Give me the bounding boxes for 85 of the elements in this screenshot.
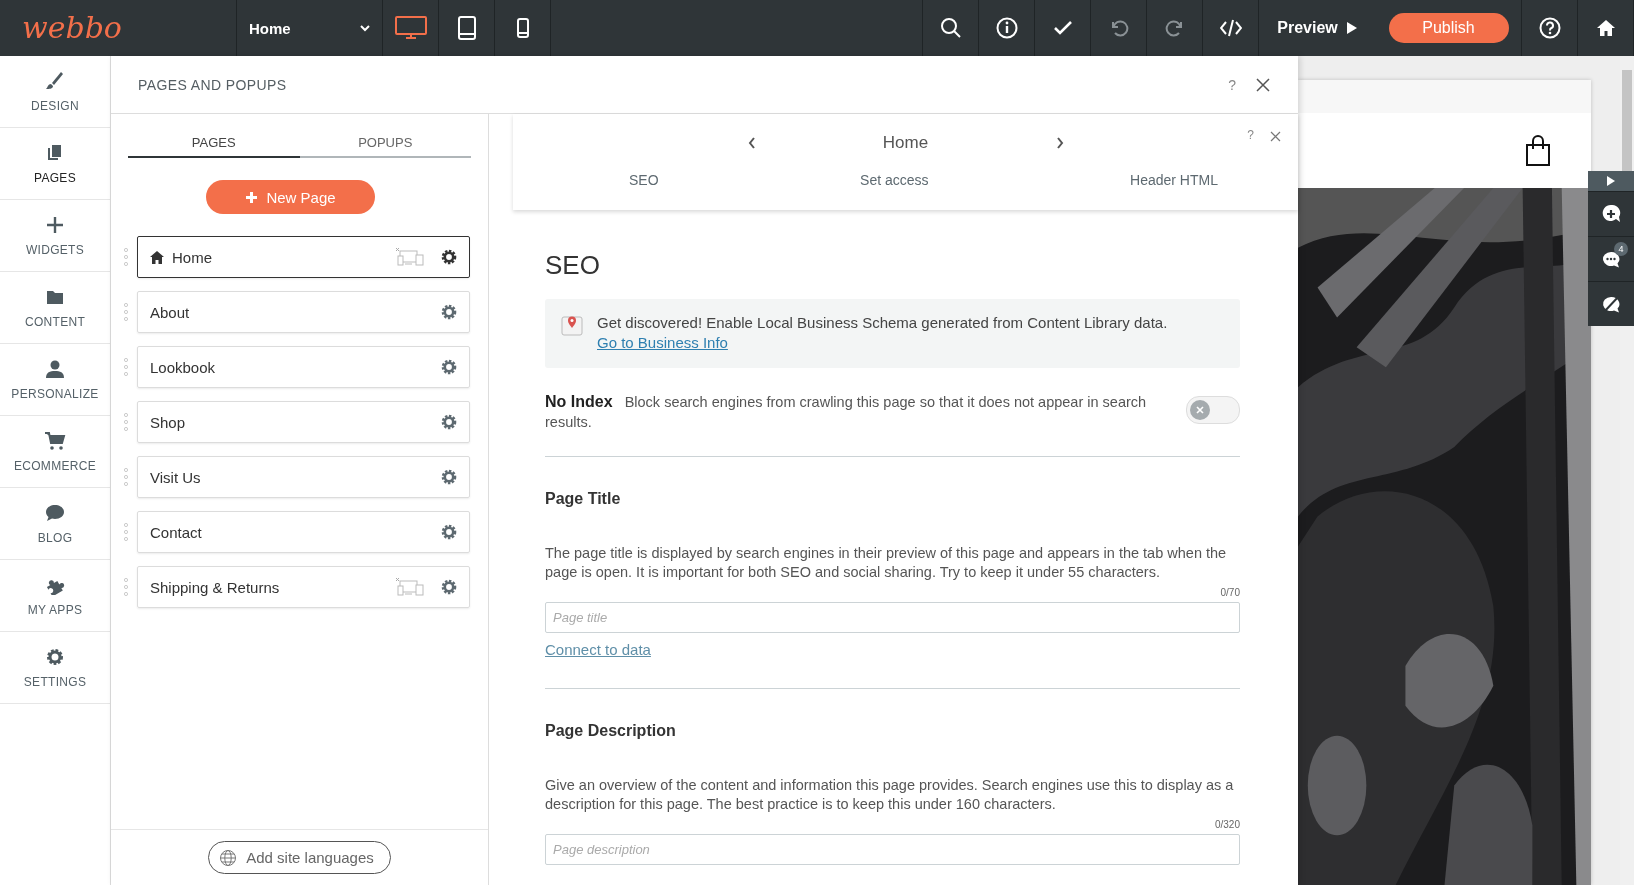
search-icon	[939, 17, 962, 39]
desktop-icon	[394, 16, 427, 40]
character-counter: 0/70	[1219, 587, 1240, 598]
page-name: Shop	[150, 413, 187, 431]
settings-icon[interactable]	[441, 249, 457, 265]
blog-icon	[44, 502, 66, 523]
panel-tab[interactable]: POPUPS	[299, 128, 471, 158]
panel-tab[interactable]: PAGES	[128, 128, 300, 158]
field-title: Page Description	[545, 722, 677, 740]
next-icon[interactable]	[1055, 137, 1064, 149]
comment-count-badge: 4	[1614, 242, 1628, 256]
drag-handle-icon[interactable]	[123, 522, 129, 542]
preview-button[interactable]: Preview	[1259, 0, 1376, 56]
ecommerce-icon	[44, 430, 66, 451]
connect-data-link[interactable]: Connect to data	[545, 641, 651, 658]
tablet-icon	[457, 16, 476, 40]
page-item[interactable]: Contact	[137, 511, 470, 553]
page-item[interactable]: Visit Us	[137, 456, 470, 498]
section-heading: SEO	[545, 250, 601, 281]
info-icon	[995, 17, 1018, 39]
hidden-comment-icon	[1601, 294, 1621, 314]
field-description: Give an overview of the content and information this page provides. Search engines use this to display as a description for this page. The best practice is to keep this under 160 characters.	[545, 776, 1235, 814]
settings-icon[interactable]	[441, 414, 457, 430]
settings-tab[interactable]: SEO	[629, 172, 659, 188]
business-info-link[interactable]: Go to Business Info	[597, 334, 728, 351]
play-icon	[1606, 175, 1616, 187]
settings-tab[interactable]: Header HTML	[1130, 172, 1218, 188]
plus-icon	[245, 190, 259, 204]
drag-handle-icon[interactable]	[123, 302, 129, 322]
page-name: Lookbook	[150, 358, 217, 376]
settings-icon	[44, 646, 66, 667]
field-description: The page title is displayed by search engines in their preview of this page and appears in the tab when the page is open. It is important for both SEO and social sharing. Try to keep it under 55 characters.	[545, 544, 1228, 582]
shopping-bag-icon[interactable]	[1525, 134, 1551, 167]
home-icon	[1595, 19, 1616, 37]
no-index-toggle[interactable]	[1186, 396, 1240, 424]
settings-icon[interactable]	[441, 304, 457, 320]
x-icon	[1196, 406, 1204, 414]
settings-icon[interactable]	[441, 524, 457, 540]
widgets-icon	[44, 214, 66, 235]
help-link[interactable]: ?	[1228, 76, 1236, 93]
help-icon	[1538, 17, 1561, 39]
notice-text: Get discovered! Enable Local Business Schema generated from Content Library data.	[597, 314, 1168, 331]
play-button[interactable]	[1588, 171, 1634, 191]
help-link[interactable]: ?	[1247, 128, 1254, 142]
character-counter: 0/320	[1213, 819, 1240, 830]
page-name: Home	[172, 248, 213, 266]
add-comment-icon	[1601, 204, 1621, 224]
no-index-description: No Index Block search engines from crawling this page so that it does not appear in search results.	[545, 392, 1148, 432]
page-item[interactable]: Lookbook	[137, 346, 470, 388]
page-item[interactable]: Shipping & Returns	[137, 566, 470, 608]
globe-icon	[219, 848, 238, 867]
comments-button[interactable]: 4	[1588, 236, 1634, 281]
design-icon	[44, 70, 66, 91]
text-field[interactable]: Page description	[545, 834, 1240, 865]
page-name: Shipping & Returns	[150, 578, 281, 596]
text-field[interactable]: Page title	[545, 602, 1240, 633]
play-icon	[1345, 21, 1358, 35]
redo-icon	[1164, 19, 1185, 37]
personalize-icon	[44, 358, 66, 379]
close-icon[interactable]	[1270, 131, 1281, 142]
phone-icon	[516, 18, 529, 38]
drag-handle-icon[interactable]	[123, 412, 129, 432]
map-pin-icon	[561, 314, 583, 336]
previous-icon[interactable]	[747, 137, 756, 149]
page-item[interactable]: Shop	[137, 401, 470, 443]
code-icon	[1219, 19, 1242, 37]
drag-handle-icon[interactable]	[123, 577, 129, 597]
page-name: Home	[881, 133, 930, 153]
settings-icon[interactable]	[441, 579, 457, 595]
settings-tab[interactable]: Set access	[860, 172, 929, 188]
close-icon[interactable]	[1256, 77, 1270, 92]
field-title: Page Title	[545, 490, 622, 508]
panel-title: PAGES AND POPUPS	[138, 76, 288, 93]
page-item[interactable]: Home	[137, 236, 470, 278]
drag-handle-icon[interactable]	[123, 357, 129, 377]
settings-icon[interactable]	[441, 359, 457, 375]
page-name: About	[150, 303, 191, 321]
page-name: Contact	[150, 523, 203, 541]
page-name: Visit Us	[150, 468, 202, 486]
checkmark-icon	[1052, 20, 1073, 36]
drag-handle-icon[interactable]	[123, 467, 129, 487]
drag-handle-icon[interactable]	[123, 247, 129, 267]
page-item[interactable]: About	[137, 291, 470, 333]
settings-icon[interactable]	[441, 469, 457, 485]
caret-icon	[360, 24, 370, 32]
